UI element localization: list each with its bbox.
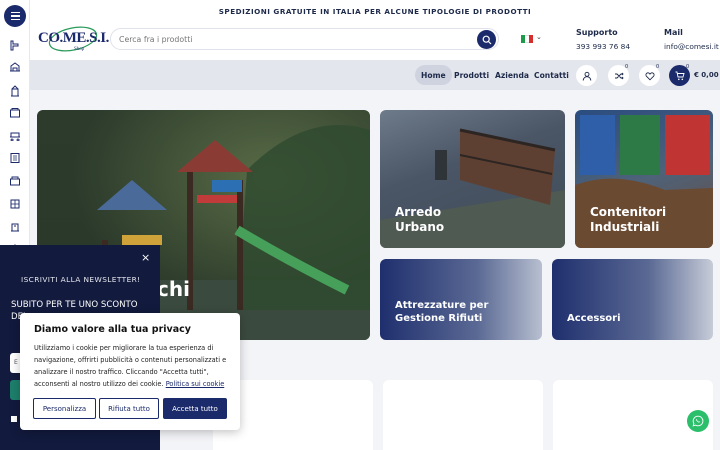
newsletter-title: ISCRIVITI ALLA NEWSLETTER! [21,275,141,284]
hero-label: chi [157,277,190,301]
tile-contenitori-industriali[interactable]: Contenitori Industriali [575,110,713,248]
search-bar [110,28,499,50]
logo-sub: Shop [74,47,85,52]
cart-count: 0 [686,64,690,70]
tile-arredo-urbano[interactable]: Arredo Urbano [380,110,565,248]
site-logo[interactable]: CO.ME.S.I. Shop [36,22,109,60]
tile-accessori[interactable]: Accessori [552,259,713,340]
category-icon-7[interactable] [9,172,21,186]
category-icon-8[interactable] [9,195,21,209]
support-label: Supporto [576,28,618,37]
mail-contact: Mail info@comesi.it [664,28,719,51]
arredo-label-1: Arredo [395,205,442,219]
search-input[interactable] [119,32,459,47]
account-button[interactable] [576,65,597,86]
category-icon-9[interactable] [9,218,21,232]
whatsapp-icon [692,415,704,427]
category-icon-1[interactable] [9,36,21,51]
accessori-label: Accessori [567,313,621,324]
search-button[interactable] [477,30,496,49]
product-card[interactable] [383,380,543,450]
newsletter-submit-button[interactable] [10,380,20,400]
main-nav: Home Prodotti Azienda Contatti 0 0 0 € 0… [30,60,720,90]
rifiuti-label-2: Gestione Rifiuti [395,313,483,324]
contenitori-label-1: Contenitori [590,205,667,219]
contenitori-label-2: Industriali [590,220,660,234]
newsletter-consent-checkbox[interactable] [11,416,17,422]
category-icon-6[interactable] [9,149,21,163]
wishlist-count: 0 [656,64,660,70]
support-contact: Supporto 393 993 76 84 [576,28,630,51]
heart-icon [645,71,654,80]
menu-icon[interactable] [4,5,26,27]
tile-gestione-rifiuti[interactable]: Attrezzature per Gestione Rifiuti [380,259,542,340]
mail-address[interactable]: info@comesi.it [664,42,719,51]
announcement-bar: SPEDIZIONI GRATUITE IN ITALIA PER ALCUNE… [30,0,720,22]
whatsapp-button[interactable] [687,410,709,432]
cookie-policy-link[interactable]: Politica sui cookie [166,380,225,388]
announcement-text: SPEDIZIONI GRATUITE IN ITALIA PER ALCUNE… [218,6,532,16]
category-icon-3[interactable] [9,82,21,97]
cookie-accept-button[interactable]: Accetta tutto [163,398,227,419]
logo-text: CO.ME.S.I. [38,30,109,46]
cookie-reject-button[interactable]: Rifiuta tutto [99,398,159,419]
user-icon [582,71,591,81]
cookie-body: Utilizziamo i cookie per migliorare la t… [34,342,234,390]
cookie-title: Diamo valore alla tua privacy [34,324,191,335]
nav-home[interactable]: Home [415,65,452,85]
nav-contatti[interactable]: Contatti [528,65,575,85]
rifiuti-label-1: Attrezzature per [395,300,489,311]
language-flag-icon[interactable] [521,35,533,43]
arredo-label-2: Urbano [395,220,445,234]
support-phone[interactable]: 393 993 76 84 [576,42,630,51]
shuffle-icon [614,72,624,79]
mail-label: Mail [664,28,683,37]
compare-count: 0 [625,64,629,70]
cookie-customize-button[interactable]: Personalizza [33,398,96,419]
cart-total: € 0,00 [694,71,719,79]
nav-prodotti[interactable]: Prodotti [448,65,495,85]
header: CO.ME.S.I. Shop ⌄ Supporto 393 993 76 84… [30,22,720,60]
newsletter-close-button[interactable]: × [141,251,150,264]
cart-icon [675,71,685,80]
cookie-consent-dialog: Diamo valore alla tua privacy Utilizziam… [20,313,240,430]
category-icon-4[interactable] [9,104,21,118]
category-icon-2[interactable] [9,58,21,72]
chevron-down-icon[interactable]: ⌄ [536,33,542,41]
page: SPEDIZIONI GRATUITE IN ITALIA PER ALCUNE… [0,0,720,450]
search-icon [482,35,491,44]
category-icon-5[interactable] [9,126,21,142]
